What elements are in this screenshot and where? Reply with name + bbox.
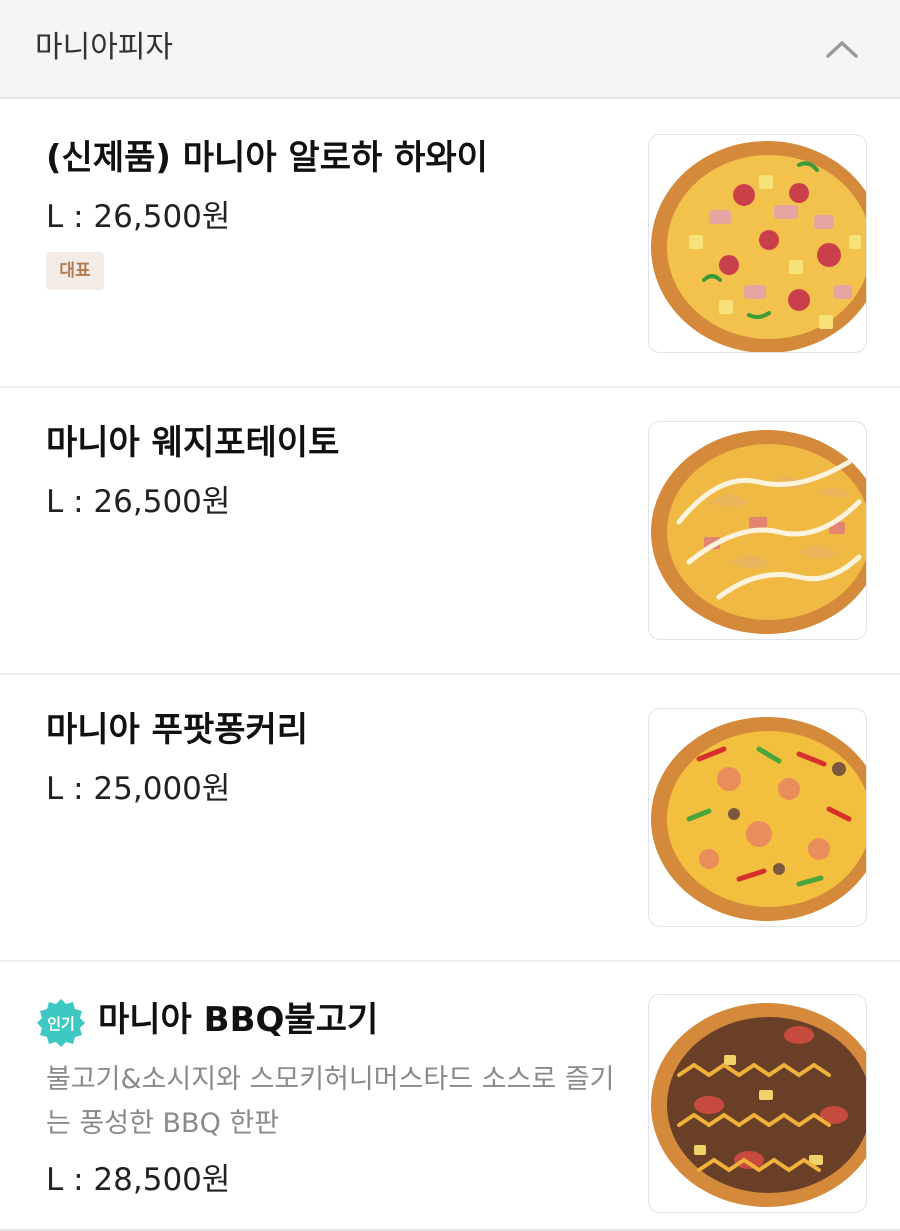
item-price: L : 26,500원 — [46, 484, 231, 520]
menu-item[interactable]: (신제품) 마니아 알로하 하와이 L : 26,500원 대표 — [0, 101, 900, 388]
pizza-wedge-potato-image — [648, 421, 867, 640]
representative-badge: 대표 — [46, 252, 104, 290]
item-name: 마니아 웨지포테이토 — [46, 423, 340, 463]
popular-badge: 인기 — [34, 997, 88, 1051]
section-header[interactable]: 마니아피자 — [0, 0, 900, 99]
section-title: 마니아피자 — [35, 30, 173, 65]
item-description: 불고기&소시지와 스모키허니머스타드 소스로 즐기는 풍성한 BBQ 한판 — [46, 1064, 615, 1139]
popular-badge-label: 인기 — [47, 1015, 75, 1033]
menu-item[interactable]: 마니아 웨지포테이토 L : 26,500원 — [0, 388, 900, 675]
pizza-curry-image — [648, 708, 867, 927]
item-name: 마니아 푸팟퐁커리 — [46, 710, 309, 750]
pizza-bbq-bulgogi-image — [648, 994, 867, 1213]
item-name: (신제품) 마니아 알로하 하와이 — [46, 138, 488, 178]
item-price: L : 25,000원 — [46, 771, 231, 807]
item-price: L : 28,500원 — [46, 1162, 231, 1198]
item-name: 마니아 BBQ불고기 — [98, 1000, 379, 1040]
pizza-hawaiian-image — [648, 134, 867, 353]
menu-item[interactable]: 마니아 푸팟퐁커리 L : 25,000원 — [0, 675, 900, 962]
menu-item[interactable]: 인기 마니아 BBQ불고기 불고기&소시지와 스모키허니머스타드 소스로 즐기는… — [0, 962, 900, 1231]
chevron-up-icon[interactable] — [818, 26, 866, 74]
item-price: L : 26,500원 — [46, 199, 231, 235]
